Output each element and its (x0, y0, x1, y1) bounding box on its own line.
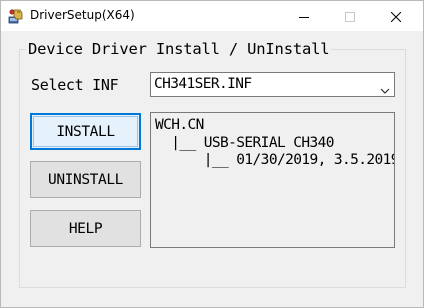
driver-setup-icon (8, 8, 24, 24)
maximize-icon (345, 7, 355, 26)
maximize-button (327, 1, 373, 31)
chevron-down-icon[interactable] (380, 80, 390, 94)
close-button[interactable] (373, 1, 419, 31)
uninstall-button[interactable]: UNINSTALL (30, 161, 141, 198)
driver-info-box: WCH.CN |__ USB-SERIAL CH340 |__ 01/30/20… (150, 112, 395, 248)
select-inf-label: Select INF (31, 76, 119, 94)
driver-setup-window: DriverSetup(X64) Device Driver Install /… (0, 0, 424, 308)
title-bar[interactable]: DriverSetup(X64) (1, 1, 423, 31)
inf-select-dropdown[interactable]: CH341SER.INF (150, 72, 395, 97)
close-icon (390, 7, 402, 26)
info-line-version: |__ 01/30/2019, 3.5.2019 (155, 152, 395, 168)
minimize-button[interactable] (281, 1, 327, 31)
window-title: DriverSetup(X64) (30, 8, 135, 22)
help-button[interactable]: HELP (30, 210, 141, 247)
install-button[interactable]: INSTALL (30, 113, 141, 150)
inf-select-value: CH341SER.INF (154, 76, 252, 92)
info-line-vendor: WCH.CN (155, 117, 204, 133)
groupbox-label: Device Driver Install / UnInstall (26, 38, 332, 60)
minimize-icon (299, 7, 309, 26)
